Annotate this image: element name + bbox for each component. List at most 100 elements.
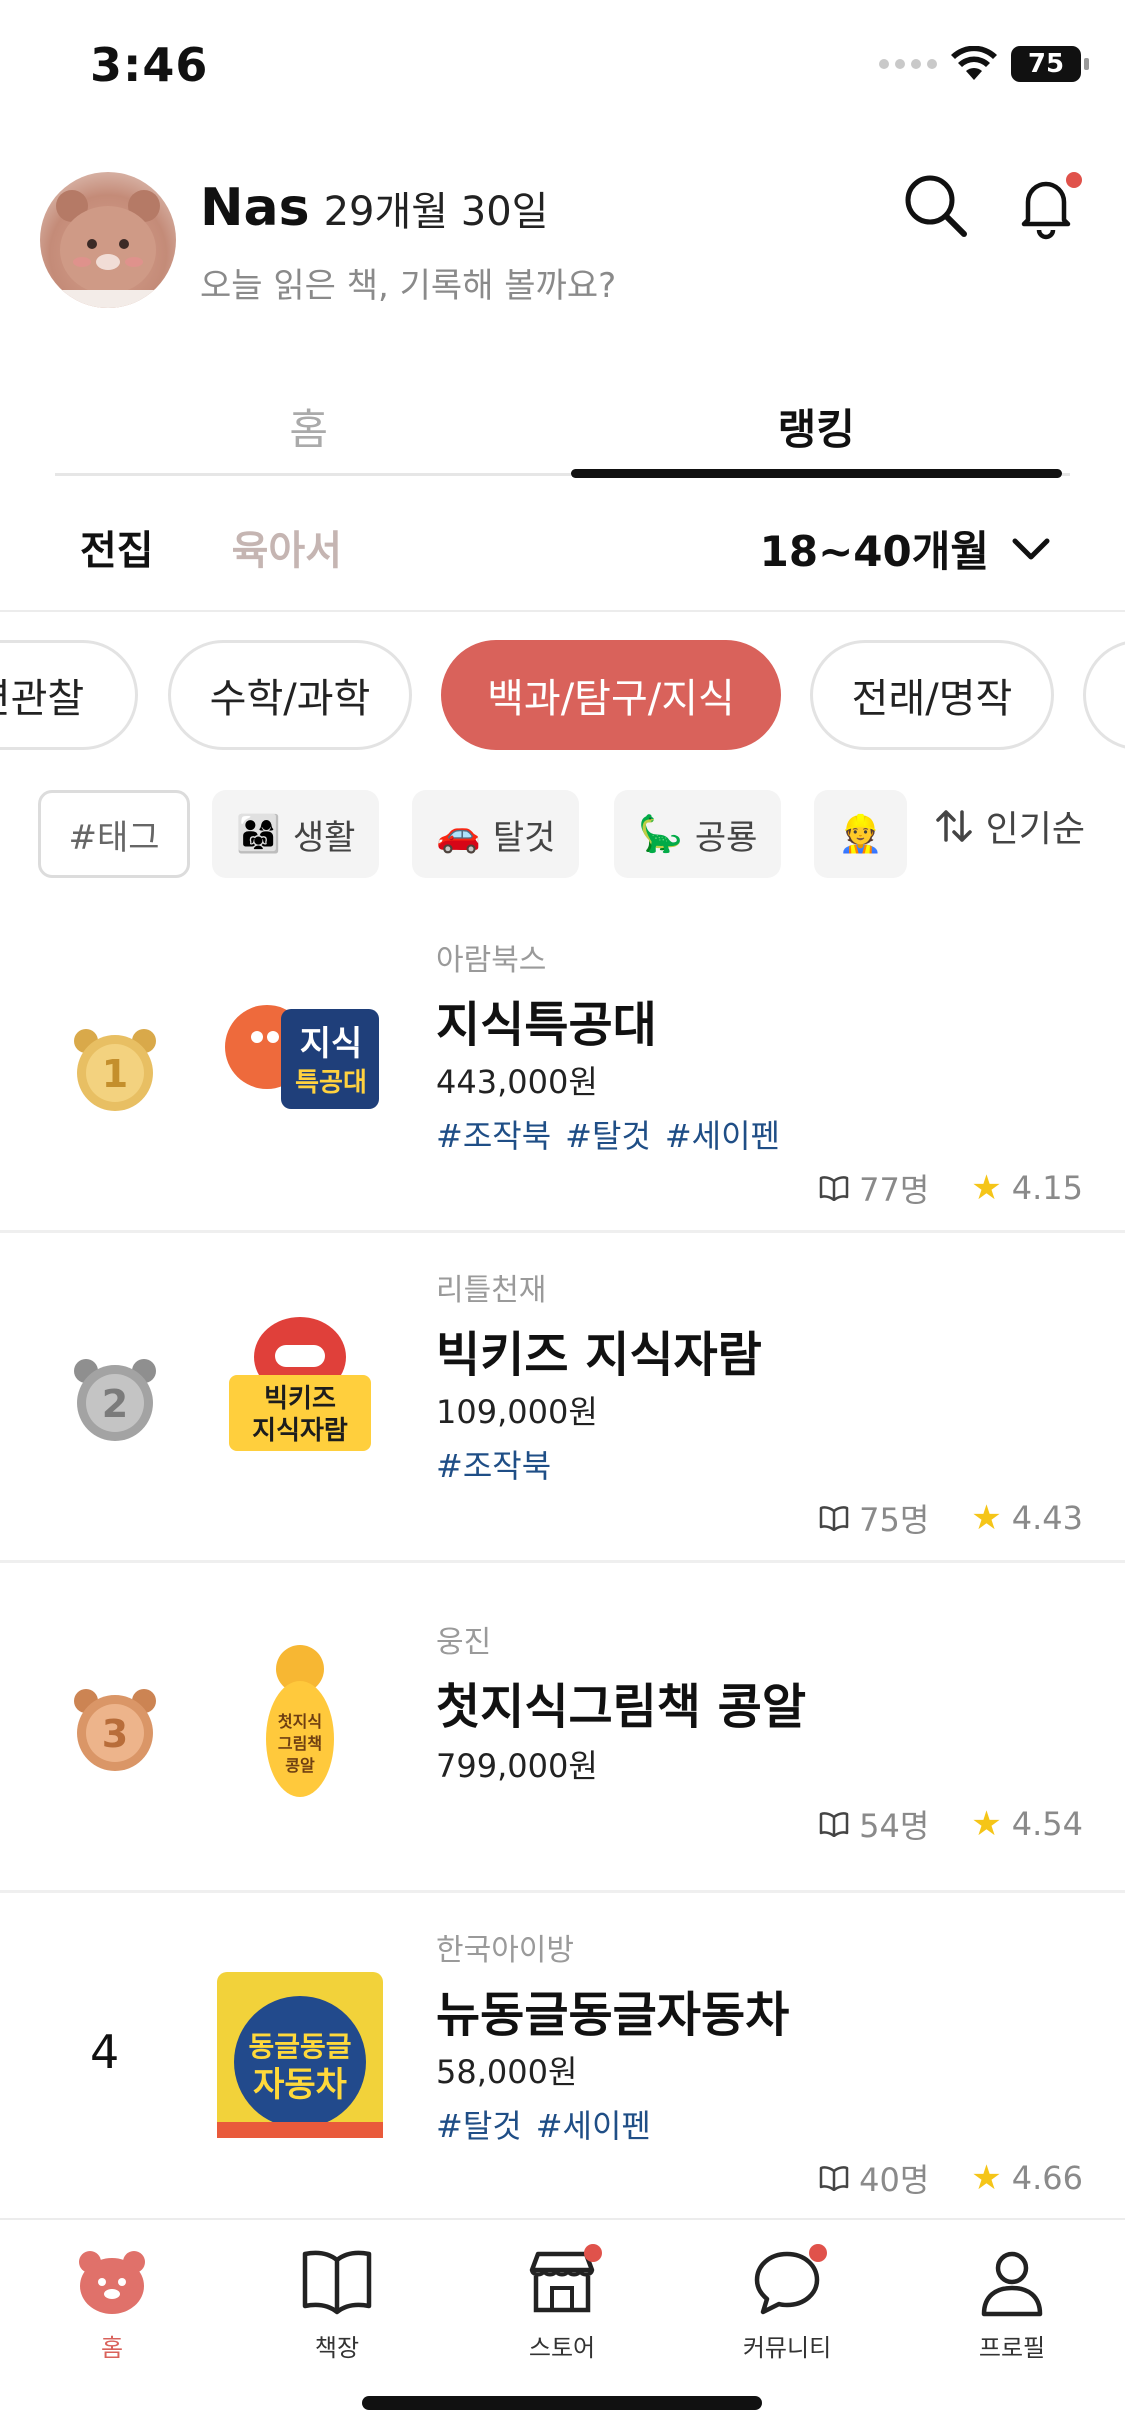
book-price: 58,000원 — [436, 2053, 578, 2091]
category-chip[interactable]: 전래/명작 — [810, 640, 1054, 750]
book-logo-line-2: 특공대 — [295, 1068, 367, 1098]
book-price: 443,000원 — [436, 1063, 598, 1101]
tag-chip[interactable]: 👨‍👩‍👧 생활 — [212, 790, 380, 878]
publisher: 웅진 — [436, 1625, 492, 1660]
notification-dot — [584, 2244, 602, 2262]
star-icon: ★ — [971, 2158, 1002, 2198]
ranking-item[interactable]: 1 지식 특공대 아람북스 지식특공대 443,000원 #조작북 #탈것 #세… — [0, 905, 1125, 1230]
nav-bookshelf[interactable]: 책장 — [257, 2244, 417, 2363]
open-book-icon — [819, 1506, 849, 1531]
ranking-item[interactable]: 4 동글동글 자동차 한국아이방 뉴동글동글자동차 58,000원 #탈것 #세… — [0, 1895, 1125, 2215]
sub-tabs: 전집 육아서 — [80, 518, 342, 576]
reader-count: 40명 — [859, 2161, 930, 2199]
nav-label: 프로필 — [978, 2334, 1046, 2362]
tag-filter-row: #태그 👨‍👩‍👧 생활 🚗 탈것 🦕 공룡 👷 — [38, 790, 918, 880]
tag-chip-label: 공룡 — [694, 817, 758, 858]
sort-label: 인기순 — [985, 809, 1085, 850]
worker-icon: 👷 — [838, 814, 883, 855]
subtab-parenting-books[interactable]: 육아서 — [232, 518, 342, 576]
book-logo-line-1: 첫지식 — [278, 1712, 322, 1731]
category-chip-partial[interactable] — [1083, 640, 1125, 750]
book-cover: 동글동글 자동차 — [217, 1972, 383, 2138]
notification-bell-icon[interactable] — [1010, 170, 1082, 242]
reader-count: 75명 — [859, 1501, 930, 1539]
rating: 4.15 — [1011, 1169, 1083, 1207]
notification-dot — [1066, 172, 1082, 188]
tag-chip[interactable]: 🦕 공룡 — [614, 790, 782, 878]
book-title: 뉴동글동글자동차 — [436, 1987, 790, 2043]
bronze-medal-icon: 3 — [74, 1689, 156, 1771]
category-chip[interactable]: 연관찰 — [0, 640, 138, 750]
category-chips: 연관찰 수학/과학 백과/탐구/지식 전래/명작 — [0, 640, 1125, 752]
silver-medal-icon: 2 — [74, 1359, 156, 1441]
family-icon: 👨‍👩‍👧 — [236, 814, 281, 855]
tag-chip-partial[interactable]: 👷 — [814, 790, 907, 878]
book-tag[interactable]: #세이펜 — [536, 2101, 651, 2147]
age-range-dropdown[interactable]: 18~40개월 — [760, 518, 1051, 579]
battery-icon: 75 — [1011, 46, 1089, 82]
book-cover: 첫지식 그림책 콩알 — [266, 1645, 334, 1797]
book-stats: 77명 ★ 4.15 — [819, 1165, 1083, 1211]
store-icon-wrap — [524, 2244, 602, 2320]
profile-heading: Nas 29개월 30일 — [200, 178, 548, 238]
book-tag[interactable]: #세이펜 — [665, 1111, 780, 1157]
book-stats: 75명 ★ 4.43 — [819, 1495, 1083, 1541]
search-icon[interactable] — [900, 170, 972, 242]
nav-store[interactable]: 스토어 — [482, 2244, 642, 2363]
star-icon: ★ — [971, 1804, 1002, 1844]
sort-button[interactable]: 인기순 — [917, 800, 1085, 852]
divider — [0, 1230, 1125, 1233]
book-logo-line-1: 빅키즈 — [264, 1384, 336, 1414]
nav-label: 책장 — [314, 2334, 360, 2362]
nav-home[interactable]: 홈 — [32, 2244, 192, 2363]
category-chip-active[interactable]: 백과/탐구/지식 — [441, 640, 781, 750]
divider — [0, 610, 1125, 612]
sort-arrows-icon — [935, 810, 972, 842]
nav-community[interactable]: 커뮤니티 — [707, 2244, 867, 2363]
subtab-full-set[interactable]: 전집 — [80, 518, 154, 576]
nav-profile[interactable]: 프로필 — [932, 2244, 1092, 2363]
child-name: Nas — [200, 178, 310, 238]
publisher: 한국아이방 — [436, 1933, 574, 1968]
book-tag[interactable]: #탈것 — [436, 2101, 522, 2147]
book-stats: 40명 ★ 4.66 — [819, 2155, 1083, 2201]
tag-search-button[interactable]: #태그 — [38, 790, 190, 878]
tab-ranking[interactable]: 랭킹 — [563, 380, 1071, 478]
star-icon: ★ — [971, 1498, 1002, 1538]
tab-home[interactable]: 홈 — [55, 380, 563, 473]
book-cover: 지식 특공대 — [225, 1005, 379, 1109]
gold-medal-icon: 1 — [74, 1029, 156, 1111]
nav-label: 홈 — [100, 2334, 124, 2362]
rank-number: 4 — [90, 2025, 120, 2079]
child-age: 29개월 30일 — [323, 189, 549, 235]
publisher: 리틀천재 — [436, 1273, 547, 1308]
home-indicator[interactable] — [362, 2396, 762, 2410]
nav-label: 스토어 — [528, 2334, 596, 2362]
book-stats: 54명 ★ 4.54 — [819, 1801, 1083, 1847]
svg-text:3: 3 — [102, 1712, 128, 1756]
book-title: 첫지식그림책 콩알 — [436, 1679, 806, 1735]
book-tags: #조작북 — [436, 1441, 551, 1487]
svg-text:2: 2 — [102, 1382, 128, 1426]
rating: 4.66 — [1011, 2159, 1083, 2197]
chevron-down-icon — [1012, 538, 1050, 559]
book-tags: #탈것 #세이펜 — [436, 2101, 651, 2147]
divider — [0, 1890, 1125, 1893]
book-tag[interactable]: #탈것 — [565, 1111, 651, 1157]
book-tag[interactable]: #조작북 — [436, 1441, 551, 1487]
main-tabs: 홈 랭킹 — [55, 380, 1071, 478]
category-chip[interactable]: 수학/과학 — [168, 640, 412, 750]
book-title: 지식특공대 — [436, 997, 657, 1053]
avatar[interactable] — [40, 172, 176, 308]
open-book-icon — [819, 1812, 849, 1837]
book-tags: #조작북 #탈것 #세이펜 — [436, 1111, 780, 1157]
ranking-item[interactable]: 2 빅키즈 지식자람 리틀천재 빅키즈 지식자람 109,000원 #조작북 7… — [0, 1235, 1125, 1560]
book-logo-line-2: 그림책 — [278, 1734, 322, 1753]
divider — [0, 1560, 1125, 1563]
status-time: 3:46 — [90, 38, 209, 92]
tag-chip[interactable]: 🚗 탈것 — [412, 790, 580, 878]
book-tag[interactable]: #조작북 — [436, 1111, 551, 1157]
book-icon — [302, 2250, 372, 2315]
ranking-item[interactable]: 3 첫지식 그림책 콩알 웅진 첫지식그림책 콩알 799,000원 54명 ★… — [0, 1565, 1125, 1890]
dinosaur-icon: 🦕 — [638, 814, 683, 855]
